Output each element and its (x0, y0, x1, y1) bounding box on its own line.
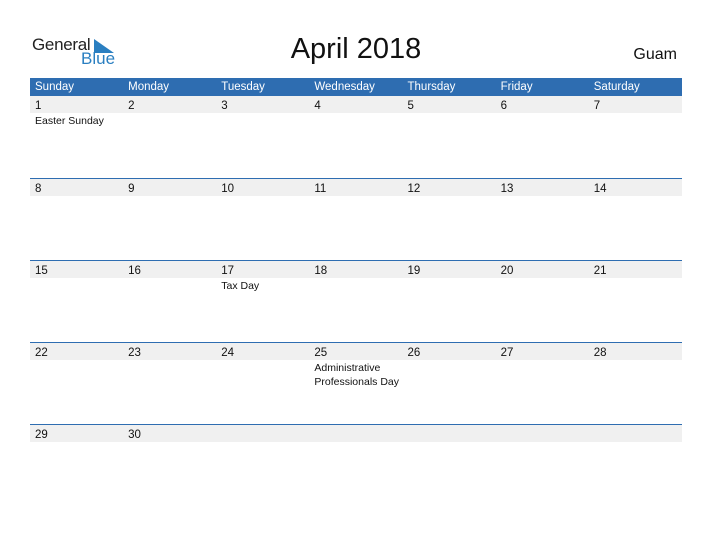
week-row: 22 23 24 25 Administrative Professionals Day… (30, 342, 682, 424)
day-number: 13 (500, 183, 514, 195)
day-number: 2 (128, 100, 135, 112)
day-cell: 5 (403, 96, 496, 113)
day-number-band: 15 16 17 Tax Day 18 19 20 21 (30, 261, 682, 292)
day-number: 19 (407, 265, 421, 277)
day-cell: 11 (309, 179, 402, 196)
day-number: 20 (500, 265, 514, 277)
weekday-saturday: Saturday (593, 81, 640, 93)
day-cell (216, 425, 309, 442)
day-cell: 18 (309, 261, 402, 278)
day-number: 24 (221, 347, 235, 359)
day-number: 5 (407, 100, 414, 112)
weekday-header: Sunday Monday Tuesday Wednesday Thursday Frid… (30, 78, 682, 96)
weekday-tuesday: Tuesday (221, 81, 265, 93)
day-number: 15 (35, 265, 48, 277)
day-cell: 6 (496, 96, 589, 113)
day-cell: 8 (30, 179, 123, 196)
day-number: 22 (35, 347, 48, 359)
day-number: 10 (221, 183, 235, 195)
weekday-monday: Monday (128, 81, 170, 93)
day-cell: 3 (216, 96, 309, 113)
day-cell: 25 Administrative Professionals Day (309, 343, 402, 388)
holiday-label: Easter Sunday (35, 115, 104, 127)
day-number: 4 (314, 100, 321, 112)
day-cell: 29 (30, 425, 123, 442)
day-cell: 14 (589, 179, 682, 196)
day-number-band: 1 Easter Sunday 2 3 4 5 6 7 (30, 96, 682, 127)
day-number: 29 (35, 429, 48, 441)
day-number: 11 (314, 183, 327, 195)
day-cell: 4 (309, 96, 402, 113)
day-cell: 19 (403, 261, 496, 278)
day-cell (403, 425, 496, 442)
day-cell: 24 (216, 343, 309, 360)
holiday-label: Tax Day (221, 280, 260, 292)
day-cell: 21 (589, 261, 682, 278)
day-cell: 28 (589, 343, 682, 360)
day-cell: 10 (216, 179, 309, 196)
day-number: 6 (500, 100, 508, 112)
day-number-band: 8 9 10 11 12 13 14 (30, 179, 682, 196)
day-number: 18 (314, 265, 328, 277)
day-cell (496, 425, 589, 442)
day-cell: 12 (403, 179, 496, 196)
day-number: 12 (407, 183, 421, 195)
day-cell: 26 (403, 343, 496, 360)
day-number: 1 (35, 100, 42, 112)
weekday-wednesday: Wednesday (314, 81, 375, 93)
day-number: 23 (128, 347, 141, 359)
day-number: 17 (221, 265, 235, 277)
day-number: 30 (128, 429, 141, 441)
day-cell (309, 425, 402, 442)
day-cell: 15 (30, 261, 123, 278)
day-number: 25 (314, 347, 328, 359)
week-row: 8 9 10 11 12 13 14 (30, 178, 682, 260)
weekday-thursday: Thursday (407, 81, 456, 93)
day-number: 16 (128, 265, 141, 277)
holiday-label: Administrative Professionals Day (314, 362, 399, 388)
day-cell: 20 (496, 261, 589, 278)
day-number: 27 (500, 347, 514, 359)
day-number: 14 (593, 183, 607, 195)
day-number: 9 (128, 183, 135, 195)
day-number: 28 (593, 347, 607, 359)
day-cell: 22 (30, 343, 123, 360)
day-number-band: 29 30 (30, 425, 682, 442)
day-number: 8 (35, 183, 42, 195)
day-cell: 9 (123, 179, 216, 196)
day-cell: 30 (123, 425, 216, 442)
weekday-friday: Friday (500, 81, 533, 93)
day-cell: 27 (496, 343, 589, 360)
day-cell: 23 (123, 343, 216, 360)
calendar-title: April 2018 (290, 33, 422, 65)
day-number: 26 (407, 347, 421, 359)
day-cell: 7 (589, 96, 682, 113)
day-number: 3 (221, 100, 228, 112)
day-cell (589, 425, 682, 442)
country-label: Guam (633, 46, 677, 63)
week-row: 1 Easter Sunday 2 3 4 5 6 7 (30, 96, 682, 178)
day-cell: 13 (496, 179, 589, 196)
day-cell: 17 Tax Day (216, 261, 309, 292)
day-number: 7 (593, 100, 601, 112)
week-row: 15 16 17 Tax Day 18 19 20 21 (30, 260, 682, 342)
week-row: 29 30 (30, 424, 682, 443)
day-number-band: 22 23 24 25 Administrative Professionals Day… (30, 343, 682, 388)
day-cell: 1 Easter Sunday (30, 96, 123, 127)
day-cell: 2 (123, 96, 216, 113)
day-number: 21 (593, 265, 607, 277)
day-cell: 16 (123, 261, 216, 278)
weekday-sunday: Sunday (35, 81, 75, 93)
calendar-grid: Sunday Monday Tuesday Wednesday Thursday Frid… (30, 78, 682, 443)
